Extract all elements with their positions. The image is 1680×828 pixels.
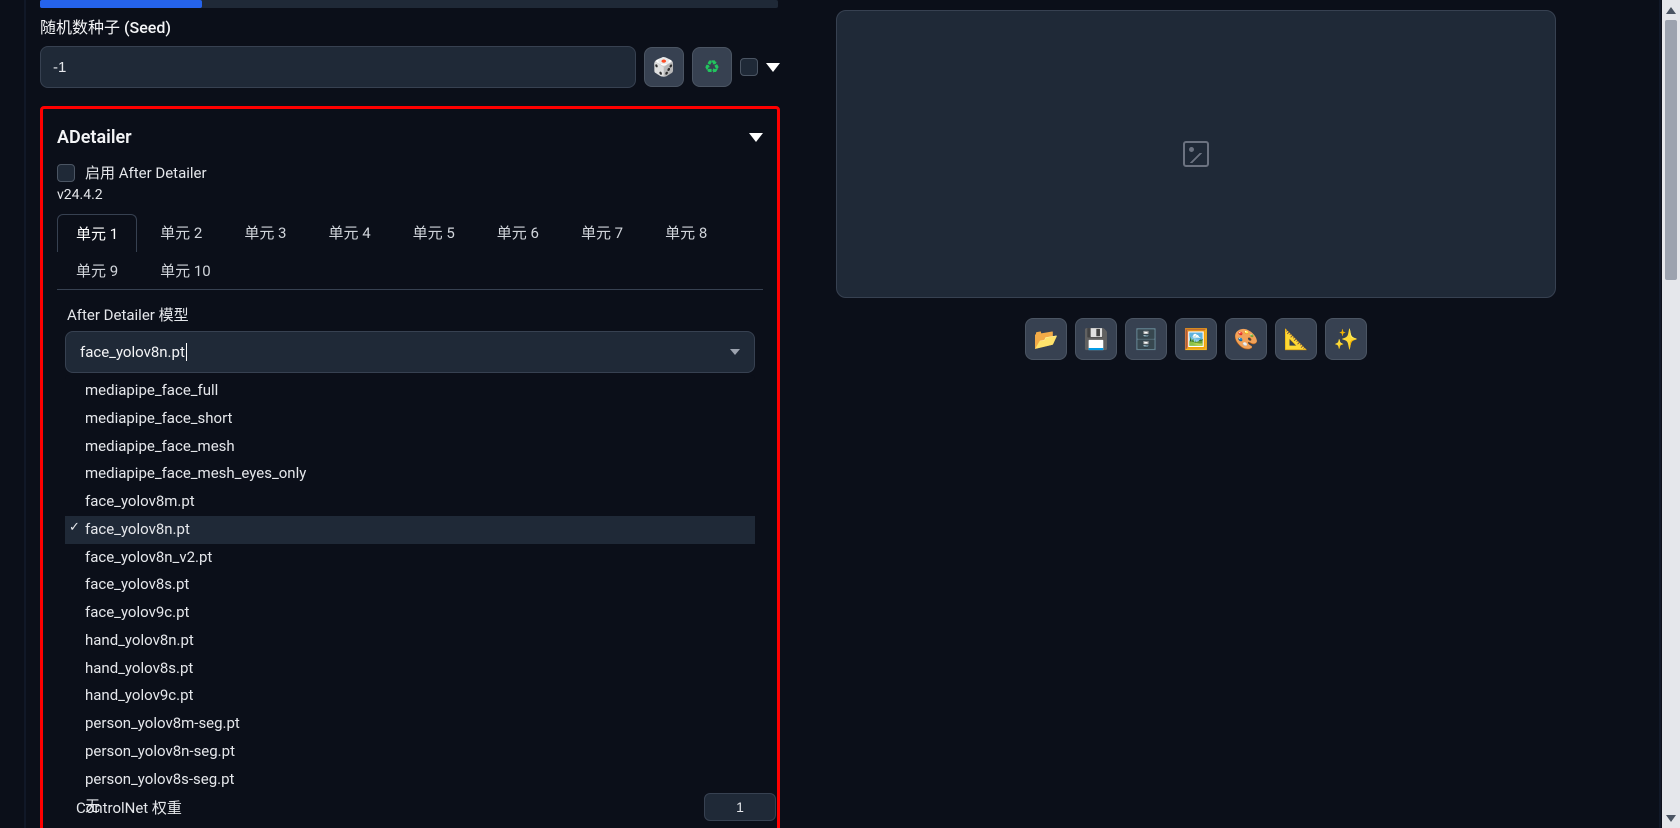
model-option[interactable]: hand_yolov8s.pt <box>65 655 755 683</box>
model-option[interactable]: mediapipe_face_mesh_eyes_only <box>65 460 755 488</box>
vertical-scrollbar[interactable] <box>1662 0 1680 828</box>
send-to-img-button[interactable]: 🖼️ <box>1175 318 1217 360</box>
ruler-icon: 📐 <box>1284 327 1309 351</box>
model-option[interactable]: face_yolov8n_v2.pt <box>65 544 755 572</box>
save-icon: 💾 <box>1084 327 1109 351</box>
recycle-icon: ♻ <box>704 57 720 78</box>
folder-icon: 📂 <box>1034 327 1059 351</box>
adetailer-title: ADetailer <box>57 127 132 148</box>
adetailer-tab-unit-3[interactable]: 单元 3 <box>225 213 305 251</box>
model-option[interactable]: mediapipe_face_short <box>65 405 755 433</box>
seed-expand-toggle[interactable] <box>766 63 780 72</box>
model-option[interactable]: face_yolov8s.pt <box>65 571 755 599</box>
adetailer-tab-unit-10[interactable]: 单元 10 <box>141 251 230 289</box>
model-option[interactable]: face_yolov9c.pt <box>65 599 755 627</box>
adetailer-tab-unit-2[interactable]: 单元 2 <box>141 213 221 251</box>
palette-icon: 🎨 <box>1234 327 1259 351</box>
adetailer-collapse-toggle[interactable] <box>749 133 763 142</box>
model-option[interactable]: person_yolov8n-seg.pt <box>65 738 755 766</box>
archive-icon: 🗄️ <box>1134 327 1159 351</box>
adetailer-model-label: After Detailer 模型 <box>67 304 763 325</box>
enable-after-detailer-checkbox[interactable] <box>57 164 75 182</box>
scroll-up-button[interactable] <box>1665 4 1677 16</box>
adetailer-unit-tabs: 单元 1单元 2单元 3单元 4单元 5单元 6单元 7单元 8 单元 9单元 1… <box>57 213 763 290</box>
enable-after-detailer-label: 启用 After Detailer <box>85 162 207 183</box>
controlnet-weight-label: ControlNet 权重 <box>76 797 182 818</box>
adetailer-model-dropdown[interactable]: face_yolov8n.pt <box>65 331 755 373</box>
model-option[interactable]: mediapipe_face_mesh <box>65 433 755 461</box>
text-cursor <box>186 343 187 361</box>
model-option[interactable]: mediapipe_face_full <box>65 377 755 405</box>
model-option[interactable]: face_yolov8n.pt <box>65 516 755 544</box>
model-option[interactable]: face_yolov8m.pt <box>65 488 755 516</box>
adetailer-tab-unit-9[interactable]: 单元 9 <box>57 251 137 289</box>
model-option[interactable]: person_yolov8s-seg.pt <box>65 766 755 794</box>
progress-bar <box>40 0 778 8</box>
adetailer-model-options: mediapipe_face_fullmediapipe_face_shortm… <box>65 375 755 823</box>
adetailer-tab-unit-8[interactable]: 单元 8 <box>646 213 726 251</box>
scroll-down-button[interactable] <box>1665 812 1677 824</box>
scroll-thumb[interactable] <box>1665 20 1677 280</box>
left-frame-border <box>24 0 26 828</box>
image-icon: 🖼️ <box>1184 327 1209 351</box>
adetailer-tab-unit-6[interactable]: 单元 6 <box>478 213 558 251</box>
model-option[interactable]: hand_yolov9c.pt <box>65 682 755 710</box>
send-to-extras-button[interactable]: 📐 <box>1275 318 1317 360</box>
sparkle-icon: ✨ <box>1334 327 1359 351</box>
model-option[interactable]: person_yolov8m-seg.pt <box>65 710 755 738</box>
image-placeholder-icon <box>1183 141 1209 167</box>
send-to-inpaint-button[interactable]: 🎨 <box>1225 318 1267 360</box>
output-image-preview <box>836 10 1556 298</box>
adetailer-tab-unit-1[interactable]: 单元 1 <box>57 214 137 252</box>
adetailer-tab-unit-4[interactable]: 单元 4 <box>309 213 389 251</box>
reuse-seed-button[interactable]: ♻ <box>692 47 732 87</box>
adetailer-tab-unit-5[interactable]: 单元 5 <box>394 213 474 251</box>
adetailer-panel: ADetailer 启用 After Detailer v24.4.2 单元 1… <box>40 106 780 828</box>
right-frame-border <box>1659 0 1661 828</box>
random-seed-button[interactable]: 🎲 <box>644 47 684 87</box>
adetailer-version: v24.4.2 <box>57 187 763 203</box>
seed-label: 随机数种子 (Seed) <box>40 14 780 38</box>
seed-input[interactable] <box>40 46 636 88</box>
upscale-button[interactable]: ✨ <box>1325 318 1367 360</box>
archive-button[interactable]: 🗄️ <box>1125 318 1167 360</box>
model-option[interactable]: hand_yolov8n.pt <box>65 627 755 655</box>
adetailer-tab-unit-7[interactable]: 单元 7 <box>562 213 642 251</box>
controlnet-weight-input[interactable] <box>704 793 776 821</box>
seed-extra-checkbox[interactable] <box>740 58 758 76</box>
chevron-down-icon <box>730 349 740 355</box>
adetailer-model-selected: face_yolov8n.pt <box>80 343 185 361</box>
save-button[interactable]: 💾 <box>1075 318 1117 360</box>
open-folder-button[interactable]: 📂 <box>1025 318 1067 360</box>
dice-icon: 🎲 <box>653 57 675 78</box>
progress-fill <box>40 0 202 8</box>
